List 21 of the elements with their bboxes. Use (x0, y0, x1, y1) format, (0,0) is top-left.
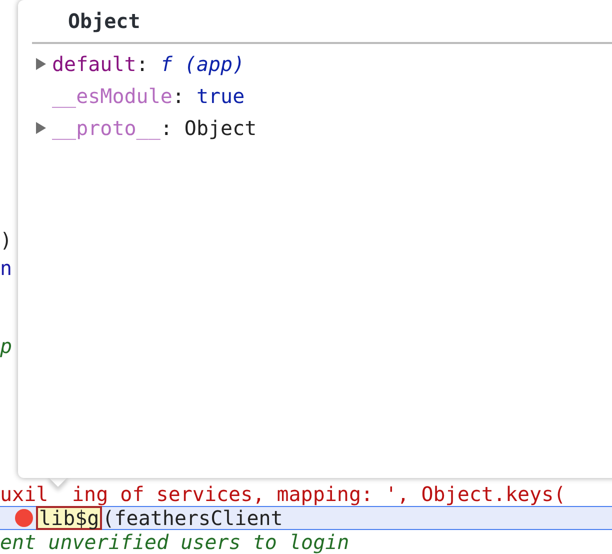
popover-title: Object (68, 9, 140, 33)
code-line: ent unverified users to login (0, 530, 350, 554)
code-line: ) (0, 228, 12, 252)
property-name: __esModule (52, 84, 172, 108)
code-text: (feathersClient (102, 506, 283, 530)
colon: : (136, 52, 148, 76)
expand-triangle-icon[interactable] (36, 58, 46, 70)
breakpoint-icon[interactable] (15, 509, 33, 527)
property-name: default (52, 52, 136, 76)
code-line: p (0, 334, 12, 358)
property-name: __proto__ (52, 116, 160, 140)
hovered-token[interactable]: lib$g (36, 506, 102, 530)
expand-triangle-icon[interactable] (36, 122, 46, 134)
colon: : (172, 84, 184, 108)
property-value: Object (184, 116, 257, 140)
colon: : (160, 116, 172, 140)
code-line: n (0, 256, 12, 280)
property-value: true (196, 84, 245, 108)
code-line: ing of services, mapping: ', Object.keys( (72, 482, 566, 506)
code-line: uxil (0, 482, 48, 506)
property-value: f (app) (160, 52, 245, 76)
